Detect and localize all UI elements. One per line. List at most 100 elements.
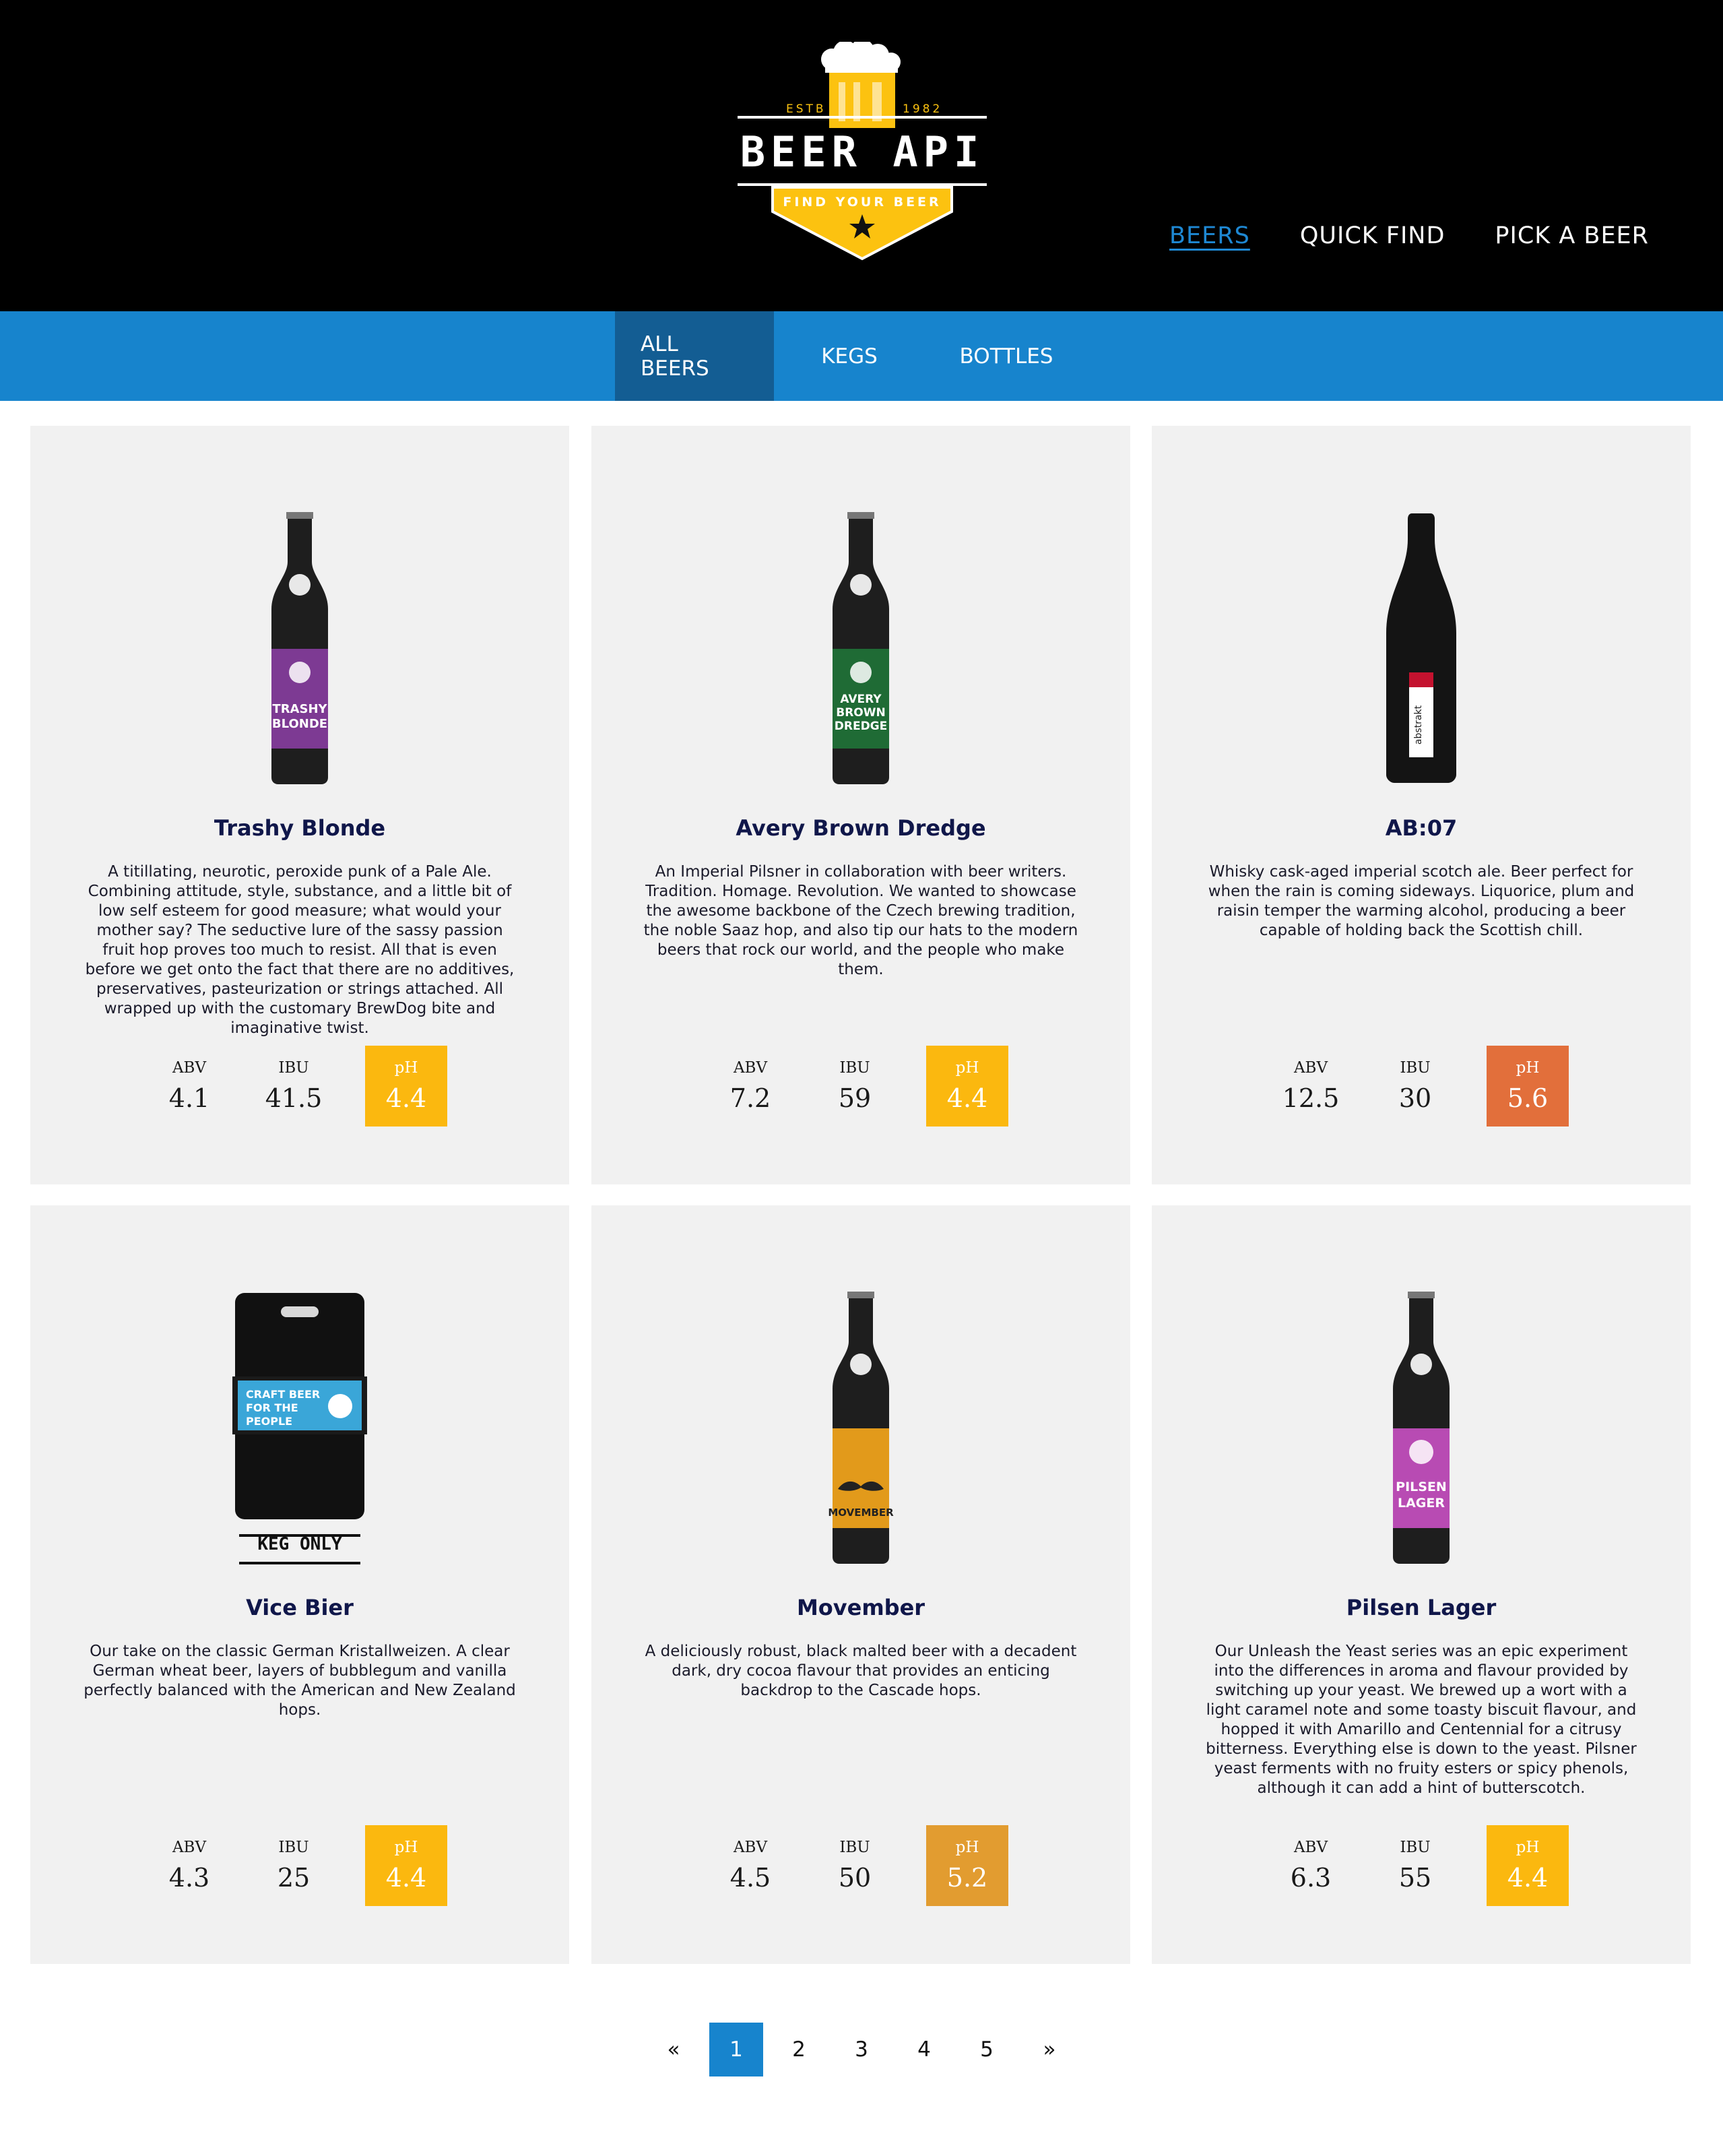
keg-image: CRAFT BEER FOR THE PEOPLE	[232, 1290, 367, 1566]
ibu-label: IBU	[278, 1839, 309, 1856]
ph-value: 5.6	[1507, 1083, 1549, 1113]
abv-stat: ABV 12.5	[1270, 1046, 1352, 1127]
abv-stat: ABV 4.5	[709, 1825, 791, 1906]
beer-bottle-image: TRASHY BLONDE	[232, 511, 367, 787]
abv-label: ABV	[733, 1059, 768, 1077]
site-header: ESTB 1982 BEER API FIND YOUR BEER BEERS …	[0, 0, 1723, 311]
beer-stats: ABV 6.3 IBU 55 pH 4.4	[1152, 1825, 1691, 1906]
ph-value: 4.4	[385, 1863, 427, 1893]
beer-description: Our take on the classic German Kristallw…	[84, 1643, 516, 1719]
abv-stat: ABV 6.3	[1270, 1825, 1352, 1906]
ibu-value: 41.5	[265, 1083, 323, 1113]
abv-label: ABV	[1293, 1059, 1328, 1077]
svg-text:TRASHY: TRASHY	[272, 702, 327, 716]
pagination-next[interactable]: »	[1022, 2023, 1076, 2076]
svg-text:PILSEN: PILSEN	[1396, 1480, 1447, 1494]
ph-value: 4.4	[1507, 1863, 1549, 1893]
svg-text:BLONDE: BLONDE	[272, 717, 327, 731]
svg-text:FOR THE: FOR THE	[246, 1401, 298, 1414]
svg-text:DREDGE: DREDGE	[835, 720, 888, 733]
ph-badge: pH 4.4	[365, 1046, 447, 1127]
ibu-label: IBU	[839, 1059, 870, 1077]
pagination: « 1 2 3 4 5 »	[647, 2023, 1085, 2076]
beer-card[interactable]: AVERY BROWN DREDGE Avery Brown Dredge An…	[591, 426, 1130, 1184]
ph-value: 4.4	[946, 1083, 988, 1113]
beer-bottle-image: abstrakt	[1354, 511, 1489, 787]
beer-stats: ABV 4.1 IBU 41.5 pH 4.4	[30, 1046, 569, 1127]
tab-bottles[interactable]: BOTTLES	[925, 311, 1088, 401]
abv-value: 7.2	[729, 1083, 771, 1113]
ibu-stat: IBU 41.5	[253, 1046, 335, 1127]
logo-estb: ESTB	[786, 102, 826, 116]
ph-badge: pH 4.4	[365, 1825, 447, 1906]
beer-name: Avery Brown Dredge	[736, 815, 986, 841]
ph-value: 4.4	[385, 1083, 427, 1113]
logo-tagline: FIND YOUR BEER	[783, 195, 941, 210]
logo-title: BEER API	[740, 127, 985, 177]
ibu-stat: IBU 25	[253, 1825, 335, 1906]
ph-label: pH	[394, 1059, 418, 1077]
beer-bottle-image: PILSEN LAGER	[1354, 1290, 1489, 1566]
beer-stats: ABV 12.5 IBU 30 pH 5.6	[1152, 1046, 1691, 1127]
ibu-value: 59	[838, 1083, 872, 1113]
ibu-label: IBU	[1400, 1059, 1431, 1077]
beer-name: Pilsen Lager	[1346, 1595, 1497, 1620]
nav-beers[interactable]: BEERS	[1169, 222, 1250, 249]
beer-api-logo[interactable]: ESTB 1982 BEER API FIND YOUR BEER	[738, 42, 987, 264]
abv-value: 4.5	[729, 1863, 771, 1893]
abv-value: 12.5	[1282, 1083, 1340, 1113]
logo-year: 1982	[903, 102, 942, 116]
abv-label: ABV	[1293, 1839, 1328, 1856]
svg-text:LAGER: LAGER	[1398, 1496, 1445, 1511]
ibu-stat: IBU 59	[814, 1046, 896, 1127]
keg-only-tag: KEG ONLY	[257, 1534, 342, 1554]
ph-value: 5.2	[946, 1863, 988, 1893]
beer-card[interactable]: TRASHY BLONDE Trashy Blonde A titillatin…	[30, 426, 569, 1184]
svg-text:AVERY: AVERY	[840, 693, 882, 706]
beer-description: A titillating, neurotic, peroxide punk o…	[85, 863, 515, 1037]
beer-card[interactable]: PILSEN LAGER Pilsen Lager Our Unleash th…	[1152, 1205, 1691, 1964]
nav-quick-find[interactable]: QUICK FIND	[1300, 222, 1445, 249]
page-1-button[interactable]: 1	[709, 2023, 763, 2076]
abv-value: 4.3	[168, 1863, 210, 1893]
pagination-prev[interactable]: «	[647, 2023, 701, 2076]
ibu-stat: IBU 50	[814, 1825, 896, 1906]
ph-badge: pH 5.6	[1487, 1046, 1569, 1127]
beer-name: Movember	[796, 1595, 925, 1620]
svg-text:BROWN: BROWN	[836, 706, 885, 720]
ph-label: pH	[1516, 1059, 1540, 1077]
page-5-button[interactable]: 5	[960, 2023, 1014, 2076]
page-2-button[interactable]: 2	[772, 2023, 826, 2076]
beer-name: Vice Bier	[246, 1595, 354, 1620]
category-tabs: ALL BEERS KEGS BOTTLES	[0, 311, 1723, 401]
ph-badge: pH 5.2	[926, 1825, 1008, 1906]
ph-badge: pH 4.4	[926, 1046, 1008, 1127]
beer-mug-icon: ESTB 1982 BEER API FIND YOUR BEER	[738, 42, 987, 261]
abv-stat: ABV 4.3	[148, 1825, 230, 1906]
nav-pick-a-beer[interactable]: PICK A BEER	[1495, 222, 1649, 249]
svg-text:CRAFT BEER: CRAFT BEER	[246, 1388, 320, 1401]
abv-value: 4.1	[168, 1083, 210, 1113]
abv-stat: ABV 7.2	[709, 1046, 791, 1127]
beer-name: Trashy Blonde	[214, 815, 386, 841]
tab-all-beers[interactable]: ALL BEERS	[615, 311, 774, 401]
beer-description: Whisky cask-aged imperial scotch ale. Be…	[1208, 863, 1635, 939]
beer-bottle-image: MOVEMBER	[793, 1290, 928, 1566]
abv-label: ABV	[172, 1059, 207, 1077]
page-4-button[interactable]: 4	[897, 2023, 951, 2076]
beer-card[interactable]: abstrakt AB:07 Whisky cask-aged imperial…	[1152, 426, 1691, 1184]
beer-name: AB:07	[1385, 815, 1458, 841]
ibu-value: 30	[1398, 1083, 1432, 1113]
beer-description: A deliciously robust, black malted beer …	[645, 1643, 1077, 1699]
beer-card[interactable]: MOVEMBER Movember A deliciously robust, …	[591, 1205, 1130, 1964]
tab-kegs[interactable]: KEGS	[774, 311, 925, 401]
abv-label: ABV	[733, 1839, 768, 1856]
beer-stats: ABV 7.2 IBU 59 pH 4.4	[591, 1046, 1130, 1127]
ibu-value: 50	[838, 1863, 872, 1893]
page-3-button[interactable]: 3	[835, 2023, 888, 2076]
ibu-label: IBU	[278, 1059, 309, 1077]
main-nav: BEERS QUICK FIND PICK A BEER	[1169, 222, 1649, 249]
ph-label: pH	[955, 1839, 979, 1856]
beer-card[interactable]: CRAFT BEER FOR THE PEOPLE KEG ONLY Vice …	[30, 1205, 569, 1964]
svg-text:PEOPLE: PEOPLE	[246, 1415, 292, 1428]
